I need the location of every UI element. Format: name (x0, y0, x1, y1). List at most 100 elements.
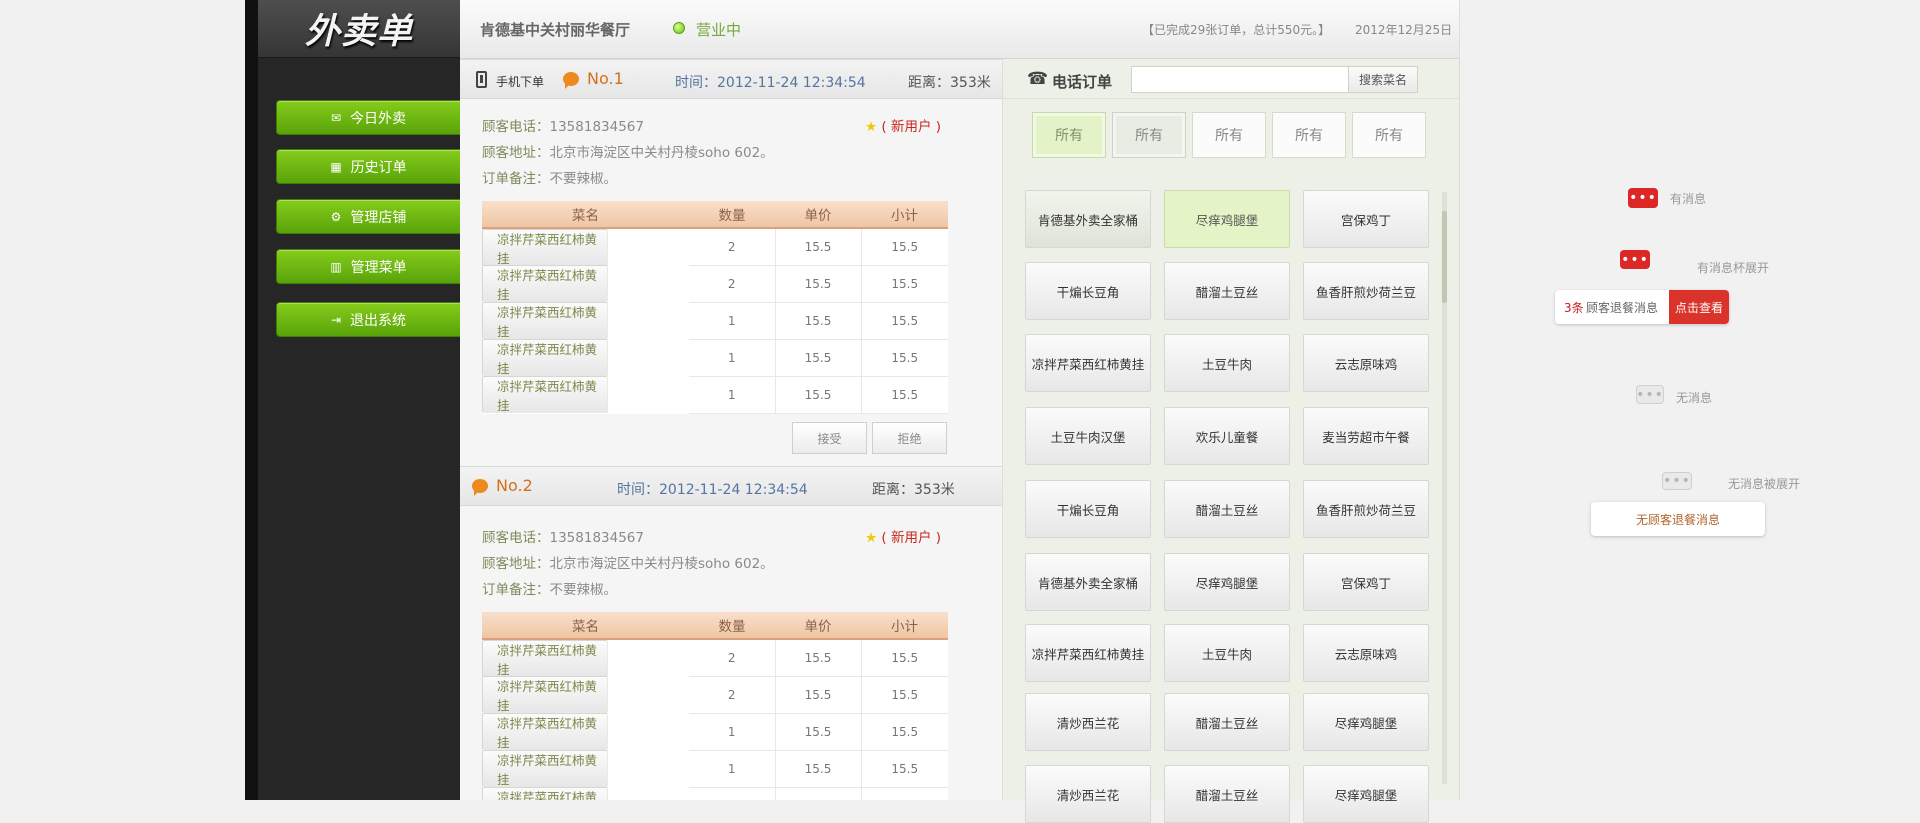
dish-name: 凉拌芹菜西红柿黄挂 (482, 713, 608, 750)
dish-name: 凉拌芹菜西红柿黄挂 (482, 787, 608, 800)
message-empty-icon[interactable]: ••• (1662, 472, 1692, 490)
no-refund-notice: 无顾客退餐消息 (1591, 502, 1765, 536)
dish-scrollbar-thumb[interactable] (1442, 211, 1447, 303)
customer-phone: 顾客电话：13581834567 (482, 526, 644, 546)
dish-button[interactable]: 尽痒鸡腿堡 (1164, 553, 1290, 611)
dish-button[interactable]: 凉拌芹菜西红柿黄挂 (1025, 334, 1151, 392)
quantity: 1 (689, 302, 776, 340)
order-header: 手机下单 No.1 时间：2012-11-24 12:34:54 距离：353米 (460, 59, 1002, 99)
top-header: 肯德基中关村丽华餐厅 营业中 【已完成29张订单，总计550元。】 2012年1… (460, 0, 1460, 59)
dish-button[interactable]: 清炒西兰花 (1025, 693, 1151, 751)
dish-button[interactable]: 尽痒鸡腿堡 (1164, 190, 1290, 248)
column-header: 数量 (689, 612, 775, 640)
dish-button[interactable]: 云志原味鸡 (1303, 334, 1429, 392)
order-note: 订单备注：不要辣椒。 (482, 167, 617, 187)
dish-button[interactable]: 鱼香肝煎炒荷兰豆 (1303, 480, 1429, 538)
accept-button[interactable]: 接受 (792, 422, 867, 454)
dish-button[interactable]: 宫保鸡丁 (1303, 190, 1429, 248)
table-row: 凉拌芹菜西红柿黄挂 1 15.5 15.5 (482, 339, 948, 377)
subtotal: 15.5 (861, 639, 948, 677)
dish-button[interactable]: 醋溜土豆丝 (1164, 765, 1290, 823)
table-row: 凉拌芹菜西红柿黄挂 2 15.5 15.5 (482, 639, 948, 677)
customer-address-label: 顾客地址： (482, 145, 550, 161)
table-row: 凉拌芹菜西红柿黄挂 2 15.5 15.5 (482, 265, 948, 303)
dish-button[interactable]: 肯德基外卖全家桶 (1025, 190, 1151, 248)
notice-text: 顾客退餐消息 (1586, 301, 1659, 315)
category-tab[interactable]: 所有 (1032, 112, 1106, 158)
dish-button[interactable]: 醋溜土豆丝 (1164, 693, 1290, 751)
unit-price: 15.5 (775, 676, 862, 714)
dish-button[interactable]: 欢乐儿童餐 (1164, 407, 1290, 465)
dish-button[interactable]: 尽痒鸡腿堡 (1303, 765, 1429, 823)
dish-name: 凉拌芹菜西红柿黄挂 (482, 229, 608, 266)
nav-today-orders[interactable]: ✉ 今日外卖 (276, 100, 460, 135)
category-tab[interactable]: 所有 (1192, 112, 1266, 158)
view-notice-button[interactable]: 点击查看 (1669, 290, 1729, 324)
column-header: 单价 (775, 612, 861, 640)
dish-button[interactable]: 宫保鸡丁 (1303, 553, 1429, 611)
nav-history-orders[interactable]: ▦ 历史订单 (276, 149, 460, 184)
dish-button[interactable]: 干煸长豆角 (1025, 262, 1151, 320)
sidebar: 外卖单 ✉ 今日外卖 ▦ 历史订单 ⚙ 管理店铺 ▥ 管理菜单 ⇥ 退出系统 (245, 0, 460, 800)
order-header: No.2 时间：2012-11-24 12:34:54 距离：353米 (460, 466, 1002, 506)
phone-order-panel: ☎ 电话订单 搜索菜名 所有 所有 所有 所有 所有 肯德基外卖全家桶 尽痒鸡腿… (1003, 59, 1460, 823)
message-empty-icon[interactable]: ••• (1636, 385, 1664, 404)
dish-button[interactable]: 清炒西兰花 (1025, 765, 1151, 823)
new-user-badge: ★ ( 新用户 ) (865, 526, 941, 546)
new-user-badge: ★ ( 新用户 ) (865, 115, 941, 135)
table-row: 凉拌芹菜西红柿黄挂 (482, 787, 948, 800)
nav-logout[interactable]: ⇥ 退出系统 (276, 302, 460, 337)
dish-button[interactable]: 云志原味鸡 (1303, 624, 1429, 682)
search-dish-button[interactable]: 搜索菜名 (1348, 66, 1418, 93)
column-header: 菜名 (482, 201, 689, 229)
order-items-table: 菜名 数量 单价 小计 凉拌芹菜西红柿黄挂 2 15.5 15.5 凉拌芹菜西红… (482, 612, 948, 800)
table-row: 凉拌芹菜西红柿黄挂 1 15.5 15.5 (482, 376, 948, 414)
telephone-icon: ☎ (1027, 69, 1049, 89)
logo-text: 外卖单 (304, 12, 413, 52)
unit-price (775, 787, 862, 800)
message-icon[interactable]: ••• (1628, 188, 1658, 208)
unit-price: 15.5 (775, 228, 862, 266)
refund-notice: 3条 顾客退餐消息 点击查看 (1555, 290, 1729, 324)
dish-search-input[interactable] (1131, 66, 1349, 93)
reject-button[interactable]: 拒绝 (872, 422, 947, 454)
unit-price: 15.5 (775, 265, 862, 303)
dish-button[interactable]: 麦当劳超市午餐 (1303, 407, 1429, 465)
customer-phone-label: 顾客电话： (482, 119, 550, 135)
dish-button[interactable]: 醋溜土豆丝 (1164, 480, 1290, 538)
customer-phone-value: 13581834567 (549, 119, 644, 135)
table-header-row: 菜名 数量 单价 小计 (482, 612, 948, 640)
dish-button[interactable]: 肯德基外卖全家桶 (1025, 553, 1151, 611)
order-note-label: 订单备注： (482, 582, 550, 598)
nav-label: 管理店铺 (350, 209, 407, 226)
dish-button[interactable]: 土豆牛肉 (1164, 624, 1290, 682)
dish-button[interactable]: 干煸长豆角 (1025, 480, 1151, 538)
unit-price: 15.5 (775, 302, 862, 340)
order-number: No.1 (587, 69, 624, 88)
order-time: 时间：2012-11-24 12:34:54 (617, 482, 808, 498)
message-icon[interactable]: ••• (1620, 250, 1650, 269)
dish-button[interactable]: 醋溜土豆丝 (1164, 262, 1290, 320)
gear-icon: ⚙ (330, 209, 342, 224)
dish-button[interactable]: 土豆牛肉汉堡 (1025, 407, 1151, 465)
dish-button[interactable]: 鱼香肝煎炒荷兰豆 (1303, 262, 1429, 320)
category-tab[interactable]: 所有 (1352, 112, 1426, 158)
dish-button[interactable]: 尽痒鸡腿堡 (1303, 693, 1429, 751)
nav-manage-shop[interactable]: ⚙ 管理店铺 (276, 199, 460, 234)
book-icon: ▥ (330, 259, 342, 274)
category-tab[interactable]: 所有 (1272, 112, 1346, 158)
subtotal: 15.5 (861, 228, 948, 266)
dish-button[interactable]: 凉拌芹菜西红柿黄挂 (1025, 624, 1151, 682)
chat-bubble-icon (563, 72, 579, 89)
quantity: 1 (689, 750, 776, 788)
table-row: 凉拌芹菜西红柿黄挂 2 15.5 15.5 (482, 676, 948, 714)
no-message-label: 无消息 (1676, 391, 1713, 405)
category-tab[interactable]: 所有 (1112, 112, 1186, 158)
dish-name: 凉拌芹菜西红柿黄挂 (482, 750, 608, 787)
subtotal: 15.5 (861, 376, 948, 414)
has-message-expanded-label: 有消息杯展开 (1697, 261, 1770, 275)
dish-button[interactable]: 土豆牛肉 (1164, 334, 1290, 392)
nav-manage-menu[interactable]: ▥ 管理菜单 (276, 249, 460, 284)
column-header: 小计 (861, 201, 948, 229)
dish-name: 凉拌芹菜西红柿黄挂 (482, 376, 608, 413)
